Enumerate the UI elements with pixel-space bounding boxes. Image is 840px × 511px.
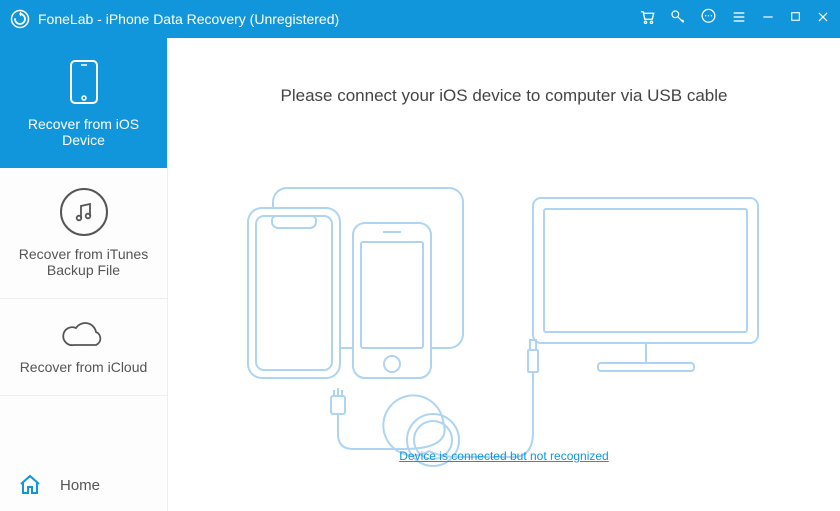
sidebar: Recover from iOS Device Recover from iTu… — [0, 38, 168, 511]
titlebar-controls — [638, 8, 830, 31]
sidebar-item-recover-itunes[interactable]: Recover from iTunes Backup File — [0, 168, 167, 299]
key-icon[interactable] — [670, 9, 686, 30]
feedback-icon[interactable] — [700, 8, 717, 30]
cloud-icon — [60, 319, 108, 349]
itunes-icon — [60, 188, 108, 236]
sidebar-item-label: Home — [60, 477, 100, 494]
sidebar-item-label: Recover from iTunes Backup File — [10, 246, 157, 278]
close-icon[interactable] — [816, 10, 830, 29]
sidebar-item-label: Recover from iOS Device — [10, 116, 157, 148]
app-window: FoneLab - iPhone Data Recovery (Unregist… — [0, 0, 840, 511]
sidebar-item-recover-ios[interactable]: Recover from iOS Device — [0, 38, 167, 168]
sidebar-item-label: Recover from iCloud — [20, 359, 148, 375]
maximize-icon[interactable] — [789, 10, 802, 28]
sidebar-item-home[interactable]: Home — [0, 459, 167, 511]
app-logo-icon — [10, 9, 30, 29]
window-title: FoneLab - iPhone Data Recovery (Unregist… — [38, 11, 638, 27]
device-not-recognized-link[interactable]: Device is connected but not recognized — [399, 449, 608, 463]
cart-icon[interactable] — [638, 8, 656, 31]
sidebar-item-recover-icloud[interactable]: Recover from iCloud — [0, 299, 167, 396]
phone-icon — [60, 58, 108, 106]
titlebar: FoneLab - iPhone Data Recovery (Unregist… — [0, 0, 840, 38]
home-icon — [18, 473, 42, 497]
not-recognized-row: Device is connected but not recognized — [168, 447, 840, 465]
instruction-text: Please connect your iOS device to comput… — [168, 86, 840, 106]
minimize-icon[interactable] — [761, 10, 775, 29]
connect-illustration — [228, 168, 780, 468]
menu-icon[interactable] — [731, 9, 747, 30]
main-content: Please connect your iOS device to comput… — [168, 38, 840, 511]
